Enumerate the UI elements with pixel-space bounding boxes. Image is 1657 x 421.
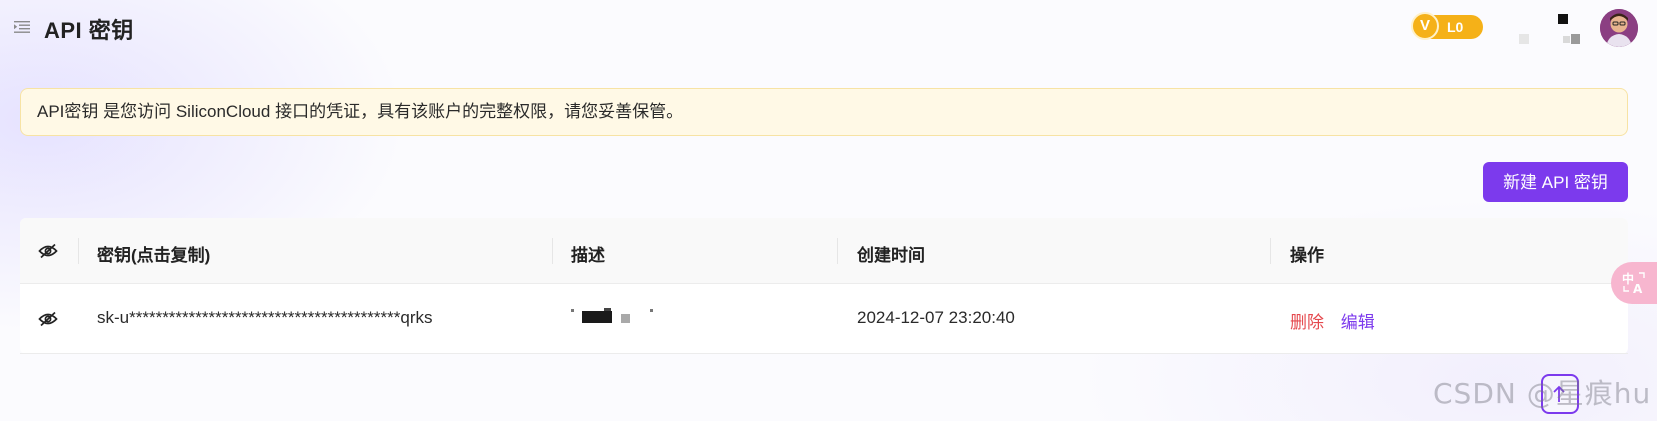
translate-button[interactable]: 中 A bbox=[1611, 261, 1657, 304]
csdn-watermark: CSDN @星痕hu bbox=[1433, 377, 1652, 410]
vip-level-label: L0 bbox=[1447, 19, 1464, 35]
api-key-value[interactable]: sk-u************************************… bbox=[97, 308, 432, 328]
column-header-key: 密钥(点击复制) bbox=[97, 246, 211, 265]
masked-pixels bbox=[571, 309, 574, 312]
vip-level-badge[interactable]: V L0 bbox=[1411, 12, 1483, 40]
row-actions: 删除 编辑 bbox=[1290, 308, 1375, 333]
column-header-description: 描述 bbox=[571, 246, 605, 265]
eye-off-icon[interactable] bbox=[38, 243, 58, 259]
column-separator bbox=[1270, 238, 1271, 264]
column-separator bbox=[552, 238, 553, 264]
avatar-image bbox=[1600, 9, 1638, 47]
masked-pixels bbox=[1571, 34, 1580, 44]
api-keys-table: 密钥(点击复制) 描述 创建时间 操作 sk-u****************… bbox=[20, 218, 1628, 354]
masked-pixels bbox=[582, 311, 612, 323]
delete-link[interactable]: 删除 bbox=[1290, 313, 1324, 332]
table-header: 密钥(点击复制) 描述 创建时间 操作 bbox=[20, 218, 1628, 284]
description-masked bbox=[571, 308, 671, 328]
top-bar: API 密钥 V L0 bbox=[0, 0, 1657, 56]
table-row: sk-u************************************… bbox=[20, 284, 1628, 354]
page-title: API 密钥 bbox=[44, 18, 134, 43]
masked-pixels bbox=[1558, 14, 1568, 24]
masked-pixels bbox=[604, 308, 611, 311]
menu-collapse-icon[interactable] bbox=[14, 20, 30, 34]
created-at-value: 2024-12-07 23:20:40 bbox=[857, 308, 1015, 327]
column-header-actions: 操作 bbox=[1290, 246, 1324, 265]
eye-off-icon[interactable] bbox=[38, 311, 58, 327]
vip-v-icon: V bbox=[1411, 12, 1439, 40]
edit-link[interactable]: 编辑 bbox=[1341, 313, 1375, 332]
column-separator bbox=[78, 238, 79, 264]
column-separator bbox=[837, 238, 838, 264]
translate-icon: 中 A bbox=[1622, 271, 1645, 296]
api-key-notice: API密钥 是您访问 SiliconCloud 接口的凭证，具有该账户的完整权限… bbox=[20, 88, 1628, 136]
masked-pixels bbox=[1563, 36, 1570, 43]
column-header-created-at: 创建时间 bbox=[857, 246, 925, 265]
svg-text:A: A bbox=[1633, 282, 1643, 296]
new-api-key-button[interactable]: 新建 API 密钥 bbox=[1483, 162, 1628, 202]
masked-pixels bbox=[621, 314, 630, 323]
masked-pixels bbox=[1519, 34, 1529, 44]
masked-pixels bbox=[650, 309, 653, 312]
user-avatar[interactable] bbox=[1600, 9, 1638, 47]
